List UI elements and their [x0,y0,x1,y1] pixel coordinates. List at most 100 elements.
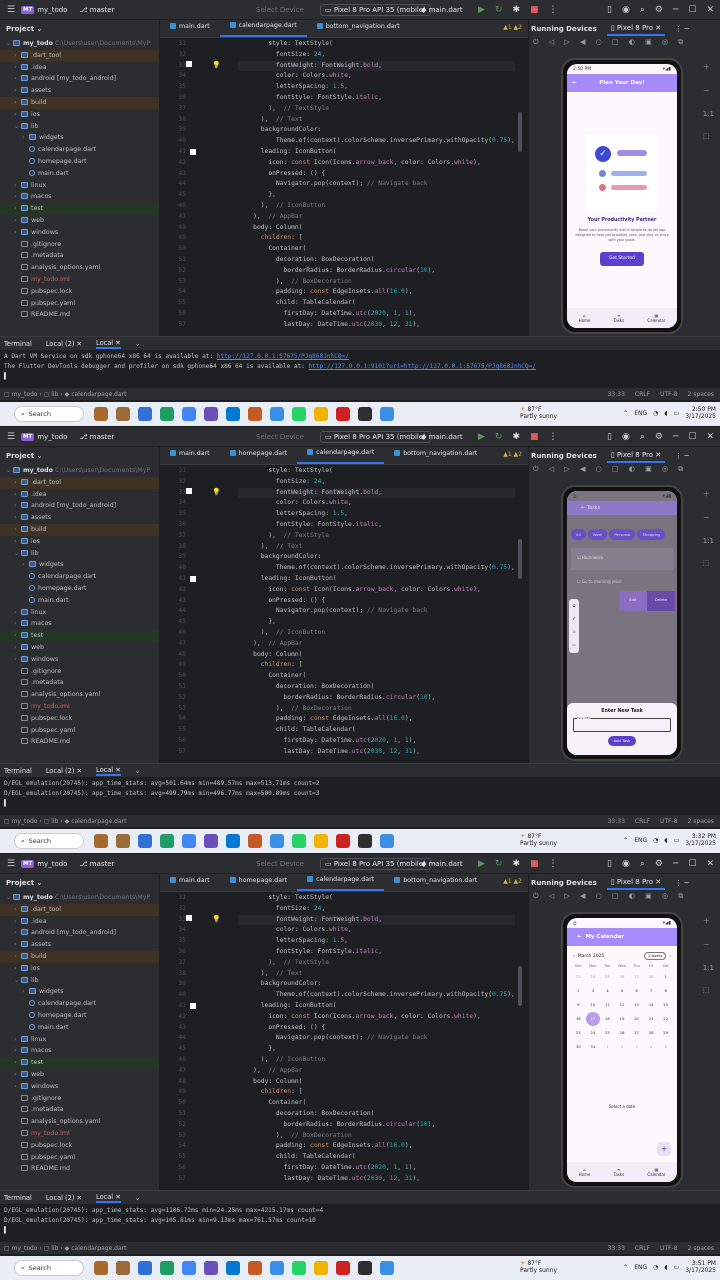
code-line[interactable]: child: TableCalendar( [238,725,515,736]
terminal-tab[interactable]: Local ✕ [96,766,121,776]
code-line[interactable]: firstDay: DateTime.utc(2020, 1, 1), [238,309,515,320]
calendar-day[interactable]: 4 [600,984,615,998]
code-line[interactable]: borderRadius: BorderRadius.circular(10), [238,266,515,277]
taskbar-app-icon[interactable] [336,407,350,421]
maximize-icon[interactable]: ☐ [688,5,696,15]
stop-icon[interactable]: ■ [530,859,539,869]
tree-item[interactable]: analysis_options.yaml [0,689,159,701]
settings-icon[interactable]: ⚙ [655,5,663,15]
tree-item[interactable]: › ios [0,109,159,121]
code-editor[interactable]: main.dart calendarpage.dart bottom_navigat… [160,20,528,336]
tree-item[interactable]: ⌄ lib [0,975,159,987]
nav-calendar[interactable]: ▦ Calendar [647,313,665,323]
project-name[interactable]: my_todo [37,6,67,14]
lightbulb-icon[interactable]: 💡 [212,60,221,71]
inspection-warnings[interactable]: ▲1 ▲2 [503,24,522,31]
code-line[interactable]: ), // AppBar [238,1066,515,1077]
calendar-day[interactable]: 20 [629,1012,644,1026]
fit-screen-icon[interactable]: ⬚ [703,559,714,567]
code-line[interactable]: lastDay: DateTime.utc(2030, 12, 31), [238,320,515,331]
tree-item[interactable]: my_todo.iml [0,1128,159,1140]
code-line[interactable]: fontWeight: FontWeight.bold, [238,60,515,72]
code-line[interactable]: backgroundColor: [238,125,515,136]
code-line[interactable]: ), // AppBar [238,212,515,223]
emulator-selector[interactable]: ▭ Pixel 8 Pro API 35 (mobile) [320,430,431,443]
calendar-day[interactable]: 13 [629,998,644,1012]
taskbar-app-icon[interactable] [226,834,240,848]
code-editor[interactable]: main.dart homepage.dart calendarpage.dart b… [160,874,528,1190]
zoom-in-icon[interactable]: ＋ [703,62,714,72]
tree-item[interactable]: pubspec.yaml [0,298,159,310]
code-line[interactable]: decoration: BoxDecoration( [238,682,515,693]
code-line[interactable]: child: TableCalendar( [238,298,515,309]
editor-scrollbar[interactable] [518,966,522,1006]
calendar-day[interactable]: 6 [629,984,644,998]
user-icon[interactable]: ◉ [622,859,630,869]
get-started-button[interactable]: Get Started [600,252,644,266]
calendar-day[interactable]: 5 [615,984,630,998]
tree-item[interactable]: › android [my_todo_android] [0,927,159,939]
taskbar-app-icon[interactable] [116,1261,130,1275]
status-item[interactable]: 2 spaces [688,1245,714,1252]
editor-tab[interactable]: calendarpage.dart [297,446,385,464]
calendar-day[interactable]: 25 [600,1026,615,1040]
taskbar-app-icon[interactable] [204,1261,218,1275]
project-header[interactable]: Project ⌄ [0,874,159,892]
zoom-in-icon[interactable]: ＋ [703,489,714,499]
color-swatch-white[interactable] [190,576,196,582]
terminal-tab[interactable]: Local (2) ✕ [46,767,82,775]
taskbar-app-icon[interactable] [314,407,328,421]
taskbar-app-icon[interactable] [116,407,130,421]
more-icon[interactable]: ⋮ [549,5,558,15]
calendar-day[interactable]: 21 [644,1012,659,1026]
inspection-warnings[interactable]: ▲1 ▲2 [503,451,522,458]
project-name[interactable]: my_todo [37,433,67,441]
calendar-day[interactable]: 4 [644,1040,659,1054]
taskbar-app-icon[interactable] [380,1261,394,1275]
branch-selector[interactable]: ⎇ master [79,6,114,14]
tree-item[interactable]: › linux [0,180,159,192]
code-line[interactable]: fontStyle: FontStyle.italic, [238,947,515,958]
color-swatch-white[interactable] [186,61,192,67]
taskbar-app-icon[interactable] [182,407,196,421]
tree-item[interactable]: › android [my_todo_android] [0,73,159,85]
code-line[interactable]: Container( [238,1098,515,1109]
taskbar-app-icon[interactable] [314,834,328,848]
terminal-tab[interactable]: Local ✕ [96,339,121,349]
taskbar-app-icon[interactable] [270,407,284,421]
tray-chevron-icon[interactable]: ⌃ [623,410,628,417]
nav-home[interactable]: ⌂ Home [579,1167,591,1177]
menu-icon[interactable]: ☰ [4,5,18,15]
editor-tab[interactable]: bottom_navigation.dart [384,446,487,464]
color-swatch-white[interactable] [186,915,192,921]
tree-item[interactable]: › macos [0,191,159,203]
minimize-icon[interactable]: ─ [673,5,678,15]
emulator-selector[interactable]: ▭ Pixel 8 Pro API 35 (mobile) [320,3,431,16]
calendar-day[interactable]: 18 [600,1012,615,1026]
code-line[interactable]: fontSize: 24, [238,477,515,488]
app-screen[interactable]: ⏱ ▾◢▮ ← Tasks All Work Personal Shopping ☑ H… [567,491,677,755]
language-indicator[interactable]: ENG [634,837,647,844]
tree-item[interactable]: analysis_options.yaml [0,1116,159,1128]
hot-reload-icon[interactable]: ↻ [495,5,503,15]
weather-widget[interactable]: ☀ 87°F Partly sunny [520,406,557,420]
close-icon[interactable]: ✕ [706,5,714,15]
calendar-day[interactable]: 26 [615,970,630,984]
close-icon[interactable]: ✕ [706,432,714,442]
wifi-icon[interactable]: ◔ [653,1264,658,1271]
calendar-day[interactable]: 24 [586,1026,601,1040]
code-line[interactable]: firstDay: DateTime.utc(2020, 1, 1), [238,736,515,747]
taskbar-app-icon[interactable] [138,834,152,848]
filter-chip[interactable]: Shopping [637,529,666,540]
tree-item[interactable]: › web [0,215,159,227]
tree-item[interactable]: › test [0,203,159,215]
tree-item[interactable]: README.md [0,1163,159,1175]
tree-item[interactable]: › test [0,630,159,642]
fit-screen-icon[interactable]: ⬚ [703,132,714,140]
code-line[interactable]: Theme.of(context).colorScheme.inversePri… [238,136,515,147]
code-line[interactable]: Container( [238,671,515,682]
tree-item[interactable]: › web [0,642,159,654]
tree-item[interactable]: calendarpage.dart [0,998,159,1010]
device-manager-icon[interactable]: ▯ [607,432,612,442]
run-icon[interactable]: ▶ [478,859,485,869]
